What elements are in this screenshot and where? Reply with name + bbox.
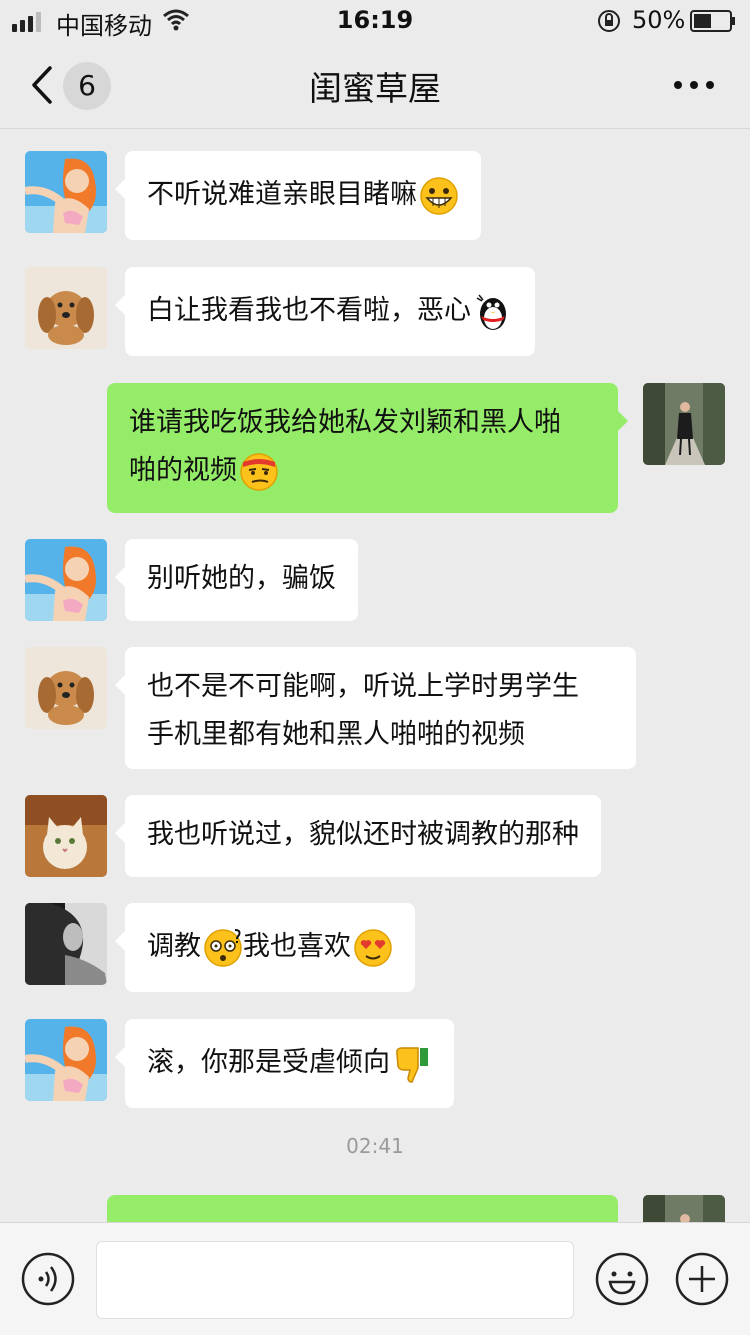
battery-percent: 50% [632,6,686,34]
input-bar [0,1222,750,1335]
status-bar: 中国移动 16:19 50% [0,0,750,42]
qq-penguin-emoji-icon [476,294,506,330]
chat-title: 闺蜜草屋 [309,69,441,108]
message-bubble[interactable]: 谁请我吃饭我给她私发刘颖和黑人啪 啪的视频 [107,383,628,513]
anime-girl-avatar [25,539,107,621]
thumbs-down-emoji-icon [396,1046,428,1083]
avatar[interactable] [25,647,107,729]
message-bubble[interactable]: 也不是不可能啊，听说上学时男学生 手机里都有她和黑人啪啪的视频 [115,647,636,769]
message-text: 我也听说过，貌似还时被调教的那种 [147,819,579,850]
timestamp: 02:41 [346,1134,404,1158]
emoji-picker-icon[interactable] [594,1251,650,1307]
bw-photo-avatar [25,903,107,985]
heart-eyes-emoji-icon [354,928,392,967]
puppy-avatar [25,647,107,729]
message-text: 谁请我吃饭我给她私发刘颖和黑人啪 啪的视频 [129,407,561,486]
message-bubble[interactable]: 不听说难道亲眼目睹嘛 [115,151,481,240]
message-bubble[interactable]: 调教 我也喜欢 [115,903,415,992]
message-text: 也不是不可能啊，听说上学时男学生 手机里都有她和黑人啪啪的视频 [147,671,579,750]
dizzy-emoji-icon [204,928,242,967]
message-text: 调教 [147,931,201,962]
more-icon[interactable] [672,78,716,92]
avatar[interactable] [25,151,107,233]
message-input[interactable] [96,1241,574,1319]
chat-header: 6 闺蜜草屋 [0,42,750,129]
smirk-emoji-icon [240,452,278,491]
avatar[interactable] [643,383,725,465]
avatar[interactable] [25,267,107,349]
message-text: 不听说难道亲眼目睹嘛 [147,179,417,210]
message-text: 白让我看我也不看啦，恶心 [147,295,471,326]
message-text: 滚，你那是受虐倾向 [147,1047,390,1078]
message-bubble[interactable]: 滚，你那是受虐倾向 [115,1019,454,1108]
message-bubble[interactable]: 我也听说过，貌似还时被调教的那种 [115,795,601,877]
avatar[interactable] [25,795,107,877]
message-bubble[interactable]: 白让我看我也不看啦，恶心 [115,267,535,356]
orientation-lock-icon [598,10,620,32]
avatar[interactable] [25,903,107,985]
avatar[interactable] [25,539,107,621]
grin-emoji-icon [420,176,458,215]
battery-icon [690,10,735,32]
message-bubble[interactable]: 别听她的，骗饭 [115,539,358,621]
anime-girl-avatar [25,1019,107,1101]
kitten-avatar [25,795,107,877]
anime-girl-avatar [25,151,107,233]
message-text: 别听她的，骗饭 [147,563,336,594]
puppy-avatar [25,267,107,349]
message-text: 我也喜欢 [243,931,351,962]
my-photo-avatar [643,383,725,465]
avatar[interactable] [25,1019,107,1101]
voice-input-icon[interactable] [20,1251,76,1307]
plus-icon[interactable] [674,1251,730,1307]
